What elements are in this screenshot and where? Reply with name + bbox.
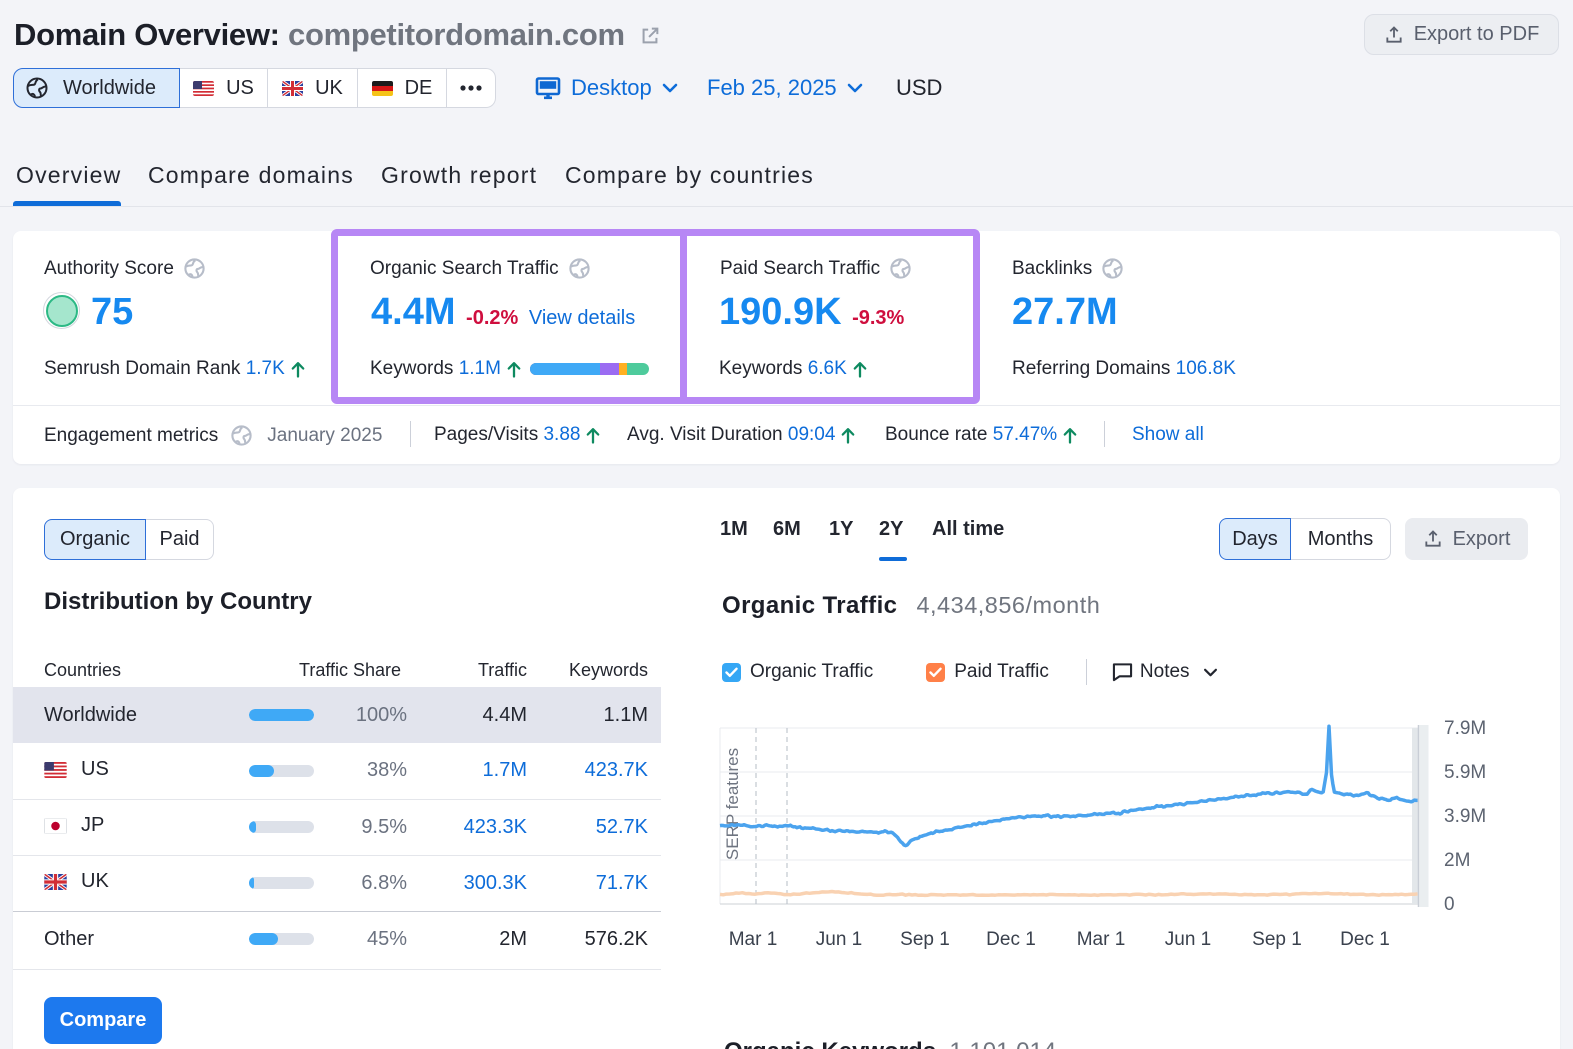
svg-text:0: 0 [1444, 894, 1455, 915]
svg-text:7.9M: 7.9M [1444, 718, 1486, 739]
svg-text:Mar 1: Mar 1 [1077, 929, 1126, 950]
svg-text:Sep 1: Sep 1 [1252, 929, 1302, 950]
svg-text:Dec 1: Dec 1 [1340, 929, 1390, 950]
svg-text:Jun 1: Jun 1 [816, 929, 862, 950]
svg-text:3.9M: 3.9M [1444, 806, 1486, 827]
svg-text:2M: 2M [1444, 850, 1470, 871]
svg-text:Sep 1: Sep 1 [900, 929, 950, 950]
svg-text:Mar 1: Mar 1 [729, 929, 778, 950]
svg-text:Dec 1: Dec 1 [986, 929, 1036, 950]
svg-text:5.9M: 5.9M [1444, 762, 1486, 783]
svg-text:SERP features: SERP features [723, 748, 742, 860]
svg-text:Jun 1: Jun 1 [1165, 929, 1211, 950]
